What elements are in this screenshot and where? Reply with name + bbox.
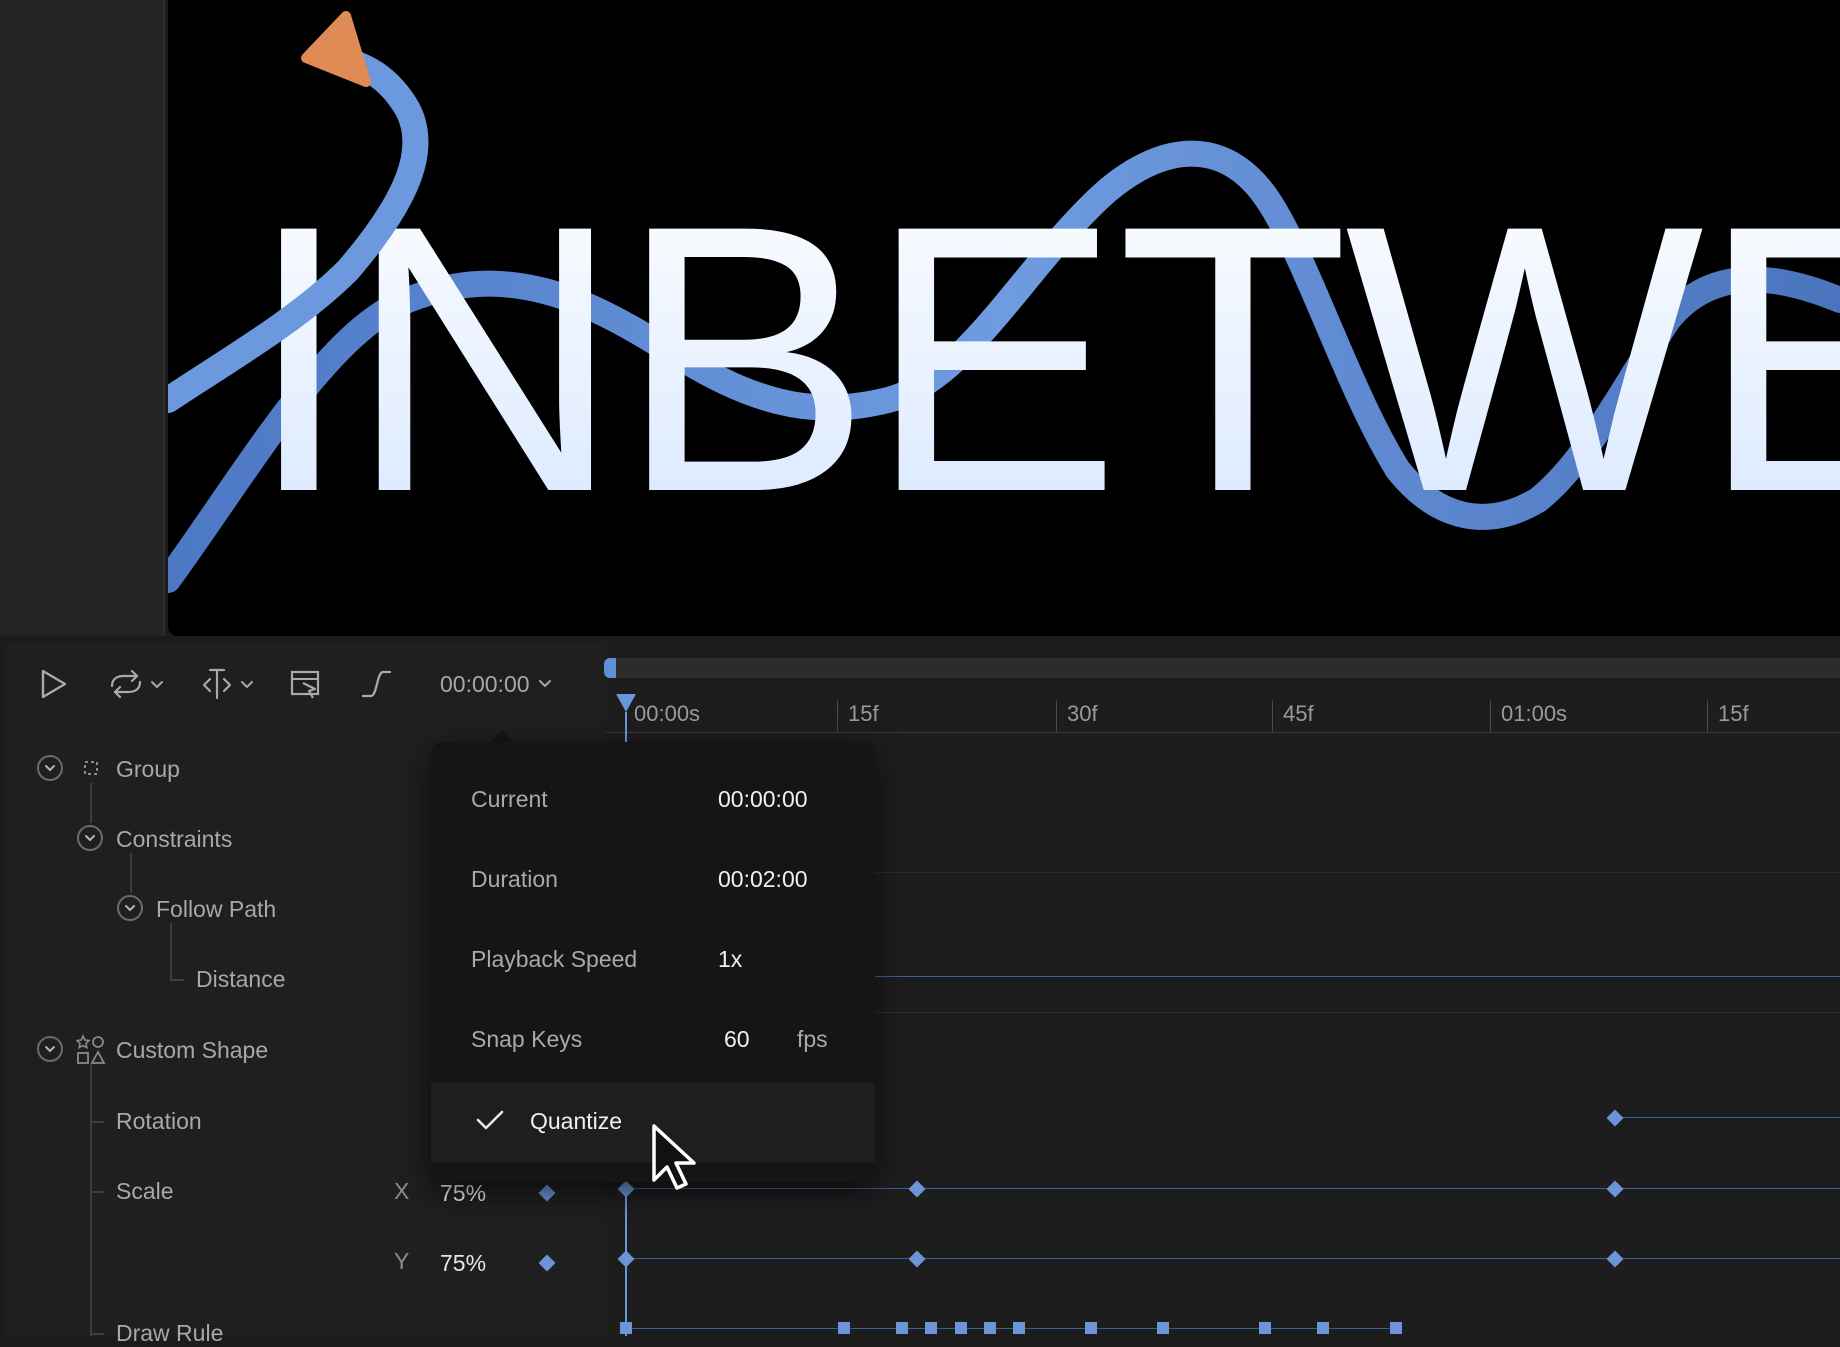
time-display-button[interactable]: 00:00:00 <box>440 664 552 704</box>
current-time-text: 00:00:00 <box>440 670 530 697</box>
keyframe[interactable] <box>1390 1322 1402 1334</box>
chevron-down-icon <box>45 765 55 772</box>
scale-x-value[interactable]: 75% <box>440 1180 486 1207</box>
scale-x-track <box>626 1188 1840 1189</box>
layer-scale[interactable]: Scale <box>116 1178 174 1205</box>
play-icon <box>41 669 67 699</box>
duration-value[interactable]: 00:02:00 <box>718 866 808 893</box>
keyframe[interactable] <box>896 1322 908 1334</box>
shapes-icon <box>76 1034 106 1064</box>
current-value[interactable]: 00:00:00 <box>718 786 808 813</box>
layer-follow-path[interactable]: Follow Path <box>156 896 276 923</box>
draw-rule-track <box>626 1328 1396 1329</box>
time-settings-popup: Current 00:00:00 Duration 00:02:00 Playb… <box>431 742 875 1182</box>
left-sidebar-panel <box>0 0 165 636</box>
group-expand-button[interactable] <box>37 755 63 781</box>
snap-keys-value[interactable]: 60 <box>724 1026 750 1053</box>
follow-path-expand-button[interactable] <box>117 895 143 921</box>
preview-canvas[interactable]: INBETWE <box>168 0 1840 636</box>
keyframe[interactable] <box>925 1322 937 1334</box>
split-icon <box>202 668 253 700</box>
keyframe[interactable] <box>1157 1322 1169 1334</box>
export-frame-icon <box>290 670 320 699</box>
tree-line <box>90 1191 104 1193</box>
chevron-down-icon <box>538 680 551 688</box>
check-icon <box>476 1110 504 1130</box>
scrollbar-handle[interactable] <box>604 658 616 678</box>
loop-icon <box>110 669 163 699</box>
layer-rotation[interactable]: Rotation <box>116 1108 202 1135</box>
timeline-scrollbar[interactable] <box>606 658 1840 678</box>
ruler-tick: 15f <box>837 700 879 732</box>
tree-line <box>90 783 92 823</box>
play-button[interactable] <box>34 660 74 708</box>
keyframe[interactable] <box>984 1322 996 1334</box>
keyframe[interactable] <box>1085 1322 1097 1334</box>
split-button[interactable] <box>198 660 260 708</box>
ruler-tick: 45f <box>1272 700 1314 732</box>
layer-group[interactable]: Group <box>116 756 180 783</box>
easing-icon <box>361 670 392 698</box>
tree-line <box>90 1064 92 1336</box>
export-frame-button[interactable] <box>286 660 326 708</box>
chevron-down-icon <box>125 905 135 912</box>
loop-button[interactable] <box>106 660 168 708</box>
keyframe[interactable] <box>838 1322 850 1334</box>
layer-constraints[interactable]: Constraints <box>116 826 232 853</box>
constraints-expand-button[interactable] <box>77 825 103 851</box>
quantize-label: Quantize <box>530 1108 623 1134</box>
time-ruler[interactable] <box>606 690 1840 733</box>
scale-y-label: Y <box>394 1248 410 1274</box>
layer-draw-rule[interactable]: Draw Rule <box>116 1320 223 1347</box>
chevron-down-icon <box>85 835 95 842</box>
canvas-headline: INBETWE <box>246 146 1840 571</box>
rotation-track <box>1614 1117 1840 1118</box>
custom-shape-expand-button[interactable] <box>37 1036 63 1062</box>
scale-y-track <box>626 1258 1840 1259</box>
duration-label: Duration <box>471 866 558 892</box>
keyframe[interactable] <box>1317 1322 1329 1334</box>
snap-keys-label: Snap Keys <box>471 1026 583 1052</box>
ruler-tick: 15f <box>1707 700 1749 732</box>
mouse-cursor-icon <box>652 1124 696 1190</box>
ruler-tick: 30f <box>1056 700 1098 732</box>
current-label: Current <box>471 786 548 812</box>
tree-line <box>90 1333 104 1335</box>
distance-track <box>870 976 1840 977</box>
keyframe[interactable] <box>955 1322 967 1334</box>
ruler-tick: 01:00s <box>1490 700 1567 732</box>
path-arrow-head <box>301 11 371 87</box>
group-icon <box>84 761 98 775</box>
keyframe[interactable] <box>1259 1322 1271 1334</box>
playback-speed-value[interactable]: 1x <box>718 946 742 973</box>
tree-line <box>90 1121 104 1123</box>
layer-distance[interactable]: Distance <box>196 966 285 993</box>
canvas-artwork: INBETWE <box>168 11 1840 593</box>
tree-line <box>170 979 184 981</box>
layer-custom-shape[interactable]: Custom Shape <box>116 1037 268 1064</box>
keyframe[interactable] <box>1013 1322 1025 1334</box>
playback-speed-label: Playback Speed <box>471 946 638 972</box>
scale-x-label: X <box>394 1178 410 1204</box>
snap-keys-unit: fps <box>797 1026 828 1052</box>
tree-line <box>170 923 172 981</box>
easing-button[interactable] <box>356 660 396 708</box>
playhead-handle[interactable] <box>616 694 636 712</box>
chevron-down-icon <box>45 1046 55 1053</box>
scale-y-value[interactable]: 75% <box>440 1250 486 1277</box>
tree-line <box>130 853 132 893</box>
